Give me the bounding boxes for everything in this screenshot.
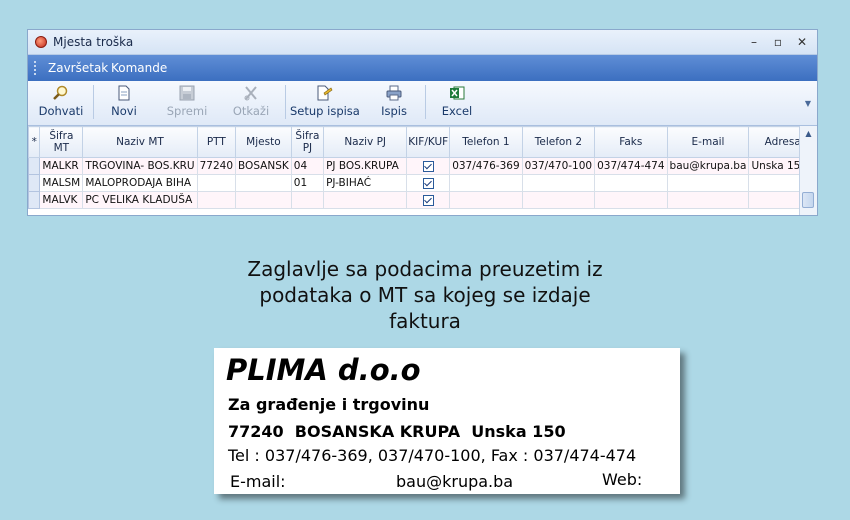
email-value: bau@krupa.ba xyxy=(396,472,514,491)
row-indicator[interactable] xyxy=(28,157,41,175)
col-naziv-mt[interactable]: Naziv MT xyxy=(82,126,198,158)
cell-faks[interactable] xyxy=(594,191,668,209)
col-telefon2[interactable]: Telefon 2 xyxy=(521,126,596,158)
col-faks[interactable]: Faks xyxy=(594,126,668,158)
cell-naziv-pj[interactable] xyxy=(323,191,408,209)
company-activity: Za građenje i trgovinu xyxy=(228,395,430,414)
scroll-thumb[interactable] xyxy=(802,192,814,208)
cell-kif-kuf[interactable] xyxy=(406,174,451,192)
data-table: * Šifra MT Naziv MT PTT Mjesto Šifra PJ … xyxy=(28,126,817,209)
company-address: 77240 BOSANSKA KRUPA Unska 150 xyxy=(228,422,566,441)
page-setup-icon xyxy=(317,85,333,101)
cell-sifra-mt[interactable]: MALSM xyxy=(39,174,84,192)
col-email[interactable]: E-mail xyxy=(666,126,750,158)
cell-sifra-pj[interactable]: 04 xyxy=(290,157,325,175)
cell-sifra-pj[interactable] xyxy=(290,191,325,209)
window-title: Mjesta troška xyxy=(53,35,134,49)
kif-kuf-checkbox[interactable] xyxy=(422,194,434,206)
print-icon xyxy=(386,85,402,101)
company-name: PLIMA d.o.o xyxy=(226,353,421,387)
cell-telefon2[interactable] xyxy=(521,191,596,209)
cost-centers-window: Mjesta troška – ▫ ✕ Završetak Komande Do… xyxy=(27,29,818,216)
save-icon xyxy=(179,85,195,101)
cell-email[interactable] xyxy=(666,191,750,209)
app-icon xyxy=(35,36,47,48)
vertical-scrollbar[interactable]: ▲ xyxy=(799,126,817,215)
menu-zavrsetak[interactable]: Završetak xyxy=(48,61,108,75)
col-mjesto[interactable]: Mjesto xyxy=(235,126,292,158)
invoice-header-preview: PLIMA d.o.o Za građenje i trgovinu 77240… xyxy=(214,348,680,494)
minimize-icon[interactable]: – xyxy=(746,34,762,50)
row-indicator[interactable] xyxy=(28,191,41,209)
cell-mjesto[interactable] xyxy=(235,174,292,192)
cell-naziv-mt[interactable]: MALOPRODAJA BIHA xyxy=(82,174,198,192)
title-bar[interactable]: Mjesta troška – ▫ ✕ xyxy=(28,30,817,55)
dohvati-button[interactable]: Dohvati xyxy=(36,83,86,121)
cell-telefon1[interactable]: 037/476-369 xyxy=(449,157,523,175)
table-row[interactable]: MALVK PC VELIKA KLADUŠA xyxy=(28,191,817,209)
otkazi-button[interactable]: Otkaži xyxy=(227,83,275,121)
menu-komande[interactable]: Komande xyxy=(111,61,167,75)
row-indicator[interactable] xyxy=(28,174,41,192)
cell-naziv-pj[interactable]: PJ-BIHAĆ xyxy=(323,174,408,192)
header-row: * Šifra MT Naziv MT PTT Mjesto Šifra PJ … xyxy=(28,126,817,158)
cell-telefon1[interactable] xyxy=(449,191,523,209)
menu-bar: Završetak Komande xyxy=(28,55,817,81)
row-indicator-header[interactable]: * xyxy=(28,126,41,158)
cell-email[interactable]: bau@krupa.ba xyxy=(666,157,750,175)
cell-ptt[interactable]: 77240 xyxy=(196,157,237,175)
toolbar-separator xyxy=(425,85,426,119)
cell-mjesto[interactable]: BOSANSK xyxy=(235,157,292,175)
cell-ptt[interactable] xyxy=(196,191,237,209)
caption-text: Zaglavlje sa podacima preuzetim iz podat… xyxy=(247,257,603,333)
cell-faks[interactable] xyxy=(594,174,668,192)
cell-ptt[interactable] xyxy=(196,174,237,192)
cell-mjesto[interactable] xyxy=(235,191,292,209)
cancel-icon xyxy=(244,86,257,101)
col-telefon1[interactable]: Telefon 1 xyxy=(449,126,523,158)
cell-telefon2[interactable] xyxy=(521,174,596,192)
cell-telefon1[interactable] xyxy=(449,174,523,192)
col-kif-kuf[interactable]: KIF/KUF xyxy=(406,126,451,158)
cell-sifra-mt[interactable]: MALVK xyxy=(39,191,84,209)
kif-kuf-checkbox[interactable] xyxy=(422,160,434,172)
excel-button[interactable]: Excel xyxy=(438,83,476,121)
menu-grip[interactable] xyxy=(34,61,38,75)
toolbar-separator xyxy=(285,85,286,119)
maximize-icon[interactable]: ▫ xyxy=(770,34,786,50)
setup-ispisa-button[interactable]: Setup ispisa xyxy=(290,83,360,121)
cell-naziv-mt[interactable]: TRGOVINA- BOS.KRU xyxy=(82,157,198,175)
search-icon xyxy=(53,85,68,100)
col-sifra-pj[interactable]: Šifra PJ xyxy=(290,126,325,158)
ispis-button[interactable]: Ispis xyxy=(376,83,412,121)
cell-faks[interactable]: 037/474-474 xyxy=(594,157,668,175)
email-label: E-mail: xyxy=(230,472,286,491)
scroll-up-icon[interactable]: ▲ xyxy=(800,126,817,142)
excel-icon xyxy=(450,86,465,100)
cell-naziv-mt[interactable]: PC VELIKA KLADUŠA xyxy=(82,191,198,209)
cell-naziv-pj[interactable]: PJ BOS.KRUPA xyxy=(323,157,408,175)
kif-kuf-checkbox[interactable] xyxy=(422,177,434,189)
new-document-icon xyxy=(118,85,130,101)
col-ptt[interactable]: PTT xyxy=(196,126,237,158)
close-icon[interactable]: ✕ xyxy=(794,34,810,50)
cell-sifra-pj[interactable]: 01 xyxy=(290,174,325,192)
cost-centers-grid: * Šifra MT Naziv MT PTT Mjesto Šifra PJ … xyxy=(28,126,817,215)
toolbar: Dohvati Novi Spremi Otkaži Setup ispisa … xyxy=(28,81,817,126)
table-row[interactable]: MALSM MALOPRODAJA BIHA 01 PJ-BIHAĆ xyxy=(28,174,817,192)
cell-sifra-mt[interactable]: MALKR xyxy=(39,157,84,175)
cell-kif-kuf[interactable] xyxy=(406,157,451,175)
spremi-button[interactable]: Spremi xyxy=(162,83,212,121)
col-naziv-pj[interactable]: Naziv PJ xyxy=(323,126,408,158)
toolbar-overflow-icon[interactable]: ▼ xyxy=(805,99,811,108)
table-row[interactable]: MALKR TRGOVINA- BOS.KRU 77240 BOSANSK 04… xyxy=(28,157,817,175)
novi-button[interactable]: Novi xyxy=(102,83,146,121)
col-sifra-mt[interactable]: Šifra MT xyxy=(39,126,84,158)
company-phones: Tel : 037/476-369, 037/470-100, Fax : 03… xyxy=(228,446,637,465)
cell-email[interactable] xyxy=(666,174,750,192)
cell-kif-kuf[interactable] xyxy=(406,191,451,209)
cell-telefon2[interactable]: 037/470-100 xyxy=(521,157,596,175)
web-label: Web: xyxy=(602,470,643,489)
toolbar-separator xyxy=(93,85,94,119)
